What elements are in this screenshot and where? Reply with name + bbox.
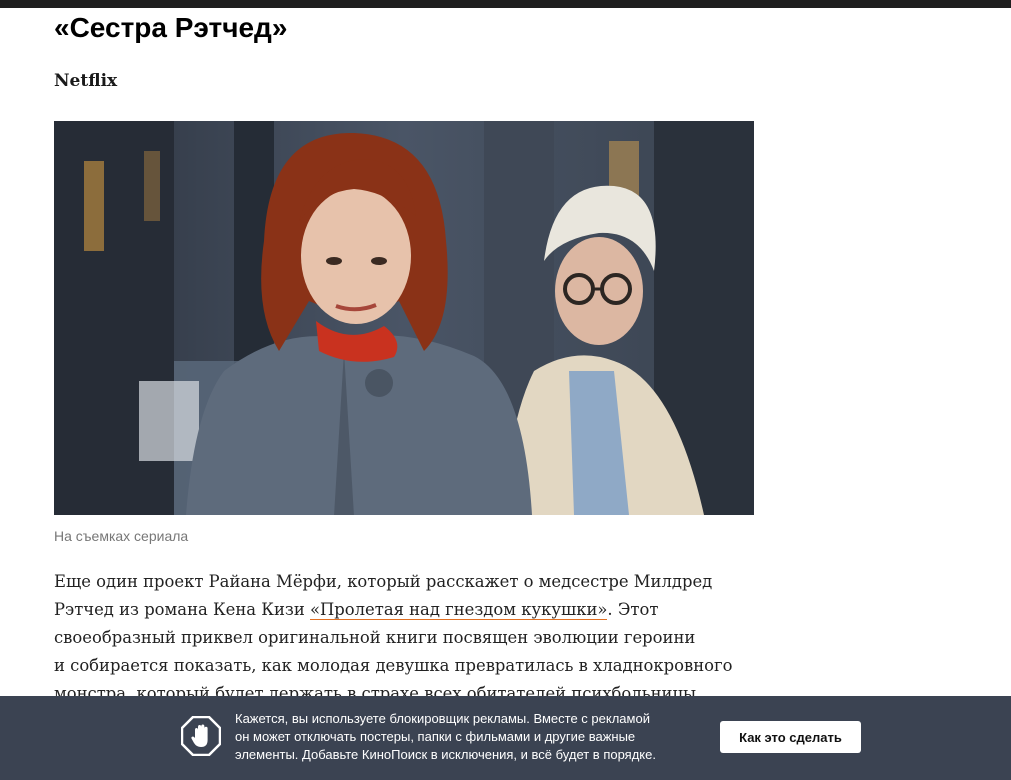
adblock-message: Кажется, вы используете блокировщик рекл… bbox=[235, 710, 705, 764]
photo-caption: На съемках сериала bbox=[54, 528, 189, 544]
book-link[interactable]: «Пролетая над гнездом кукушки» bbox=[309, 600, 608, 620]
paragraph-line: и собирается показать, как молодая девуш… bbox=[54, 656, 733, 675]
paragraph-text: . Этот bbox=[607, 600, 659, 619]
adblock-message-line: элементы. Добавьте КиноПоиск в исключени… bbox=[235, 747, 656, 762]
article-photo bbox=[54, 121, 754, 515]
top-header-strip bbox=[0, 0, 1011, 8]
stop-hand-icon bbox=[181, 716, 221, 756]
adblock-message-line: Кажется, вы используете блокировщик рекл… bbox=[235, 711, 650, 726]
article-paragraph: Еще один проект Райана Мёрфи, который ра… bbox=[54, 568, 754, 708]
how-to-do-it-button[interactable]: Как это сделать bbox=[720, 721, 861, 753]
article-subtitle: Netflix bbox=[54, 71, 118, 91]
adblock-message-line: он может отключать постеры, папки с филь… bbox=[235, 729, 636, 744]
paragraph-line: Еще один проект Райана Мёрфи, который ра… bbox=[54, 572, 713, 591]
article-title: «Сестра Рэтчед» bbox=[54, 12, 288, 43]
paragraph-line: Рэтчед из романа Кена Кизи «Пролетая над… bbox=[54, 596, 754, 624]
paragraph-line: своеобразный приквел оригинальной книги … bbox=[54, 628, 696, 647]
paragraph-text: Рэтчед из романа Кена Кизи bbox=[54, 600, 310, 619]
